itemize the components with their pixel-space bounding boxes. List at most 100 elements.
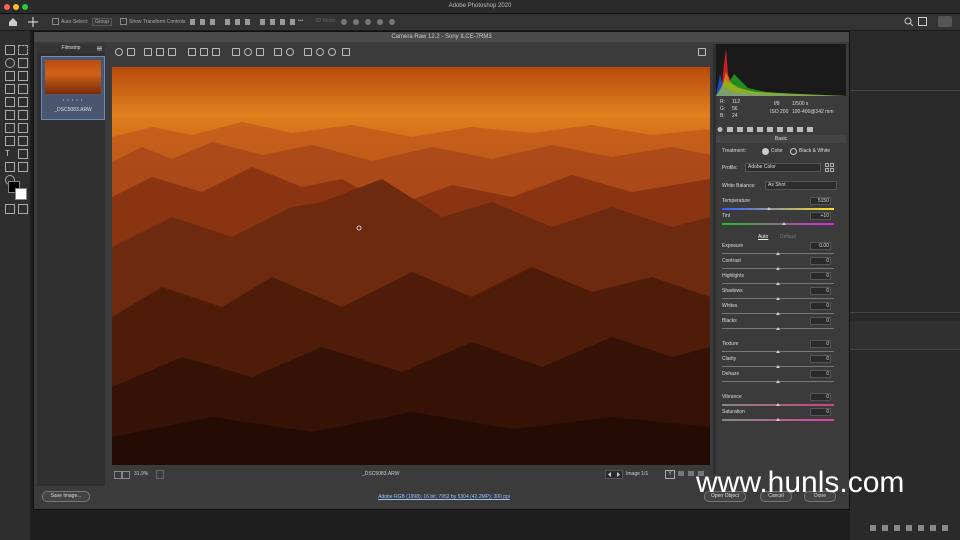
slider-value-field[interactable]: 0: [810, 355, 831, 363]
slider-track[interactable]: [722, 223, 834, 225]
stamp-icon[interactable]: [18, 97, 28, 107]
zoom-dropdown[interactable]: [156, 470, 164, 479]
frame-icon[interactable]: [18, 71, 28, 81]
slider-value-field[interactable]: 0: [810, 408, 831, 416]
slider-handle[interactable]: [776, 365, 780, 368]
fullscreen-icon[interactable]: [698, 48, 706, 56]
workspace-icon[interactable]: [918, 17, 927, 26]
auto-select-checkbox[interactable]: Auto-Select:: [52, 18, 88, 25]
healing-icon[interactable]: [18, 84, 28, 94]
slider-value-field[interactable]: 0: [810, 272, 831, 280]
brush-icon[interactable]: [5, 97, 15, 107]
background-color-swatch[interactable]: [15, 188, 27, 200]
adjustment-brush-icon[interactable]: [256, 48, 264, 56]
share-button[interactable]: [938, 16, 952, 27]
straighten-icon[interactable]: [200, 48, 208, 56]
slider-handle[interactable]: [776, 350, 780, 353]
pen-icon[interactable]: [18, 136, 28, 146]
panel-scrollbar[interactable]: [713, 44, 716, 474]
more-options-icon[interactable]: •••: [298, 18, 303, 24]
crop-icon[interactable]: [5, 71, 15, 81]
slider-value-field[interactable]: 0: [810, 302, 831, 310]
dodge-icon[interactable]: [5, 136, 15, 146]
gradient-icon[interactable]: [5, 123, 15, 133]
slider-handle[interactable]: [776, 327, 780, 330]
panel-divider: [850, 312, 960, 313]
slider-handle[interactable]: [776, 418, 780, 421]
blur-icon[interactable]: [18, 123, 28, 133]
move-tool-icon[interactable]: [28, 17, 38, 27]
slider-handle[interactable]: [781, 222, 786, 225]
auto-select-dropdown[interactable]: Group: [92, 18, 112, 26]
slider-value-field[interactable]: 0.00: [810, 242, 831, 250]
zoom-level[interactable]: 31.9%: [134, 471, 148, 477]
save-image-button[interactable]: Save Image...: [42, 491, 90, 502]
rotate-left-icon[interactable]: [316, 48, 324, 56]
panel-divider: [850, 90, 960, 91]
hand-icon[interactable]: [18, 162, 28, 172]
color-sampler-icon[interactable]: [156, 48, 164, 56]
slider-label: Shadows: [722, 288, 743, 294]
slider-value-field[interactable]: 0: [810, 287, 831, 295]
targeted-adjustment-icon[interactable]: [168, 48, 176, 56]
slider-handle[interactable]: [776, 403, 780, 406]
workflow-options-link[interactable]: Adobe RGB (1998); 16 bit; 7952 by 5304 (…: [284, 494, 604, 500]
slider-handle[interactable]: [767, 207, 772, 210]
slider-value-field[interactable]: 5150: [810, 197, 831, 205]
filmstrip-menu-icon[interactable]: [97, 46, 102, 51]
preferences-icon[interactable]: [304, 48, 312, 56]
slider-handle[interactable]: [776, 282, 780, 285]
eraser-icon[interactable]: [18, 110, 28, 120]
spot-removal-icon[interactable]: [232, 48, 240, 56]
shape-icon[interactable]: [5, 162, 15, 172]
transform-icon[interactable]: [212, 48, 220, 56]
type-icon[interactable]: T: [5, 149, 13, 158]
slider-value-field[interactable]: 0: [810, 370, 831, 378]
before-after-y-icon[interactable]: Y: [665, 470, 675, 479]
radial-filter-icon[interactable]: [286, 48, 294, 56]
slider-value-field[interactable]: 0: [810, 317, 831, 325]
move-icon[interactable]: [5, 45, 15, 55]
eyedropper-icon[interactable]: [5, 84, 15, 94]
slider-value-field[interactable]: 0: [810, 257, 831, 265]
history-brush-icon[interactable]: [5, 110, 15, 120]
white-balance-tool-icon[interactable]: [144, 48, 152, 56]
image-preview[interactable]: [112, 67, 710, 465]
slider-value-field[interactable]: 0: [810, 393, 831, 401]
zoom-tool-icon[interactable]: [115, 48, 123, 56]
graduated-filter-icon[interactable]: [274, 48, 282, 56]
image-count: Image 1/1: [626, 471, 649, 477]
show-transform-checkbox[interactable]: Show Transform Controls: [120, 18, 185, 25]
align-icons-group[interactable]: [190, 19, 300, 25]
path-select-icon[interactable]: [18, 149, 28, 159]
rating-stars[interactable]: • • • • •: [42, 97, 104, 102]
3d-tools-icons[interactable]: [340, 18, 400, 26]
rotate-right-icon[interactable]: [328, 48, 336, 56]
slider-track[interactable]: [722, 208, 834, 210]
zoom-out-button[interactable]: [114, 471, 122, 479]
lasso-icon[interactable]: [5, 58, 15, 68]
slider-label: Saturation: [722, 409, 745, 415]
image-nav-arrows[interactable]: [605, 470, 623, 479]
marquee-icon[interactable]: [18, 45, 28, 55]
filmstrip-thumbnail[interactable]: • • • • • _DSC5083.ARW: [41, 56, 105, 120]
red-eye-icon[interactable]: [244, 48, 252, 56]
crop-tool-icon[interactable]: [188, 48, 196, 56]
quick-select-icon[interactable]: [18, 58, 28, 68]
slider-value-field[interactable]: 0: [810, 340, 831, 348]
layer-actions-icons[interactable]: [870, 524, 950, 532]
slider-value-field[interactable]: +10: [810, 212, 831, 220]
app-title-bar: Adobe Photoshop 2020: [0, 0, 960, 14]
trash-icon[interactable]: [342, 48, 350, 56]
hand-tool-icon[interactable]: [127, 48, 135, 56]
quick-mask-icon[interactable]: [5, 204, 15, 214]
slider-handle[interactable]: [776, 267, 780, 270]
slider-handle[interactable]: [776, 312, 780, 315]
screen-mode-icon[interactable]: [18, 204, 28, 214]
slider-handle[interactable]: [776, 252, 780, 255]
slider-handle[interactable]: [776, 297, 780, 300]
slider-handle[interactable]: [776, 380, 780, 383]
home-icon[interactable]: [8, 17, 18, 27]
zoom-in-button[interactable]: [122, 471, 130, 479]
search-icon[interactable]: [904, 17, 914, 27]
